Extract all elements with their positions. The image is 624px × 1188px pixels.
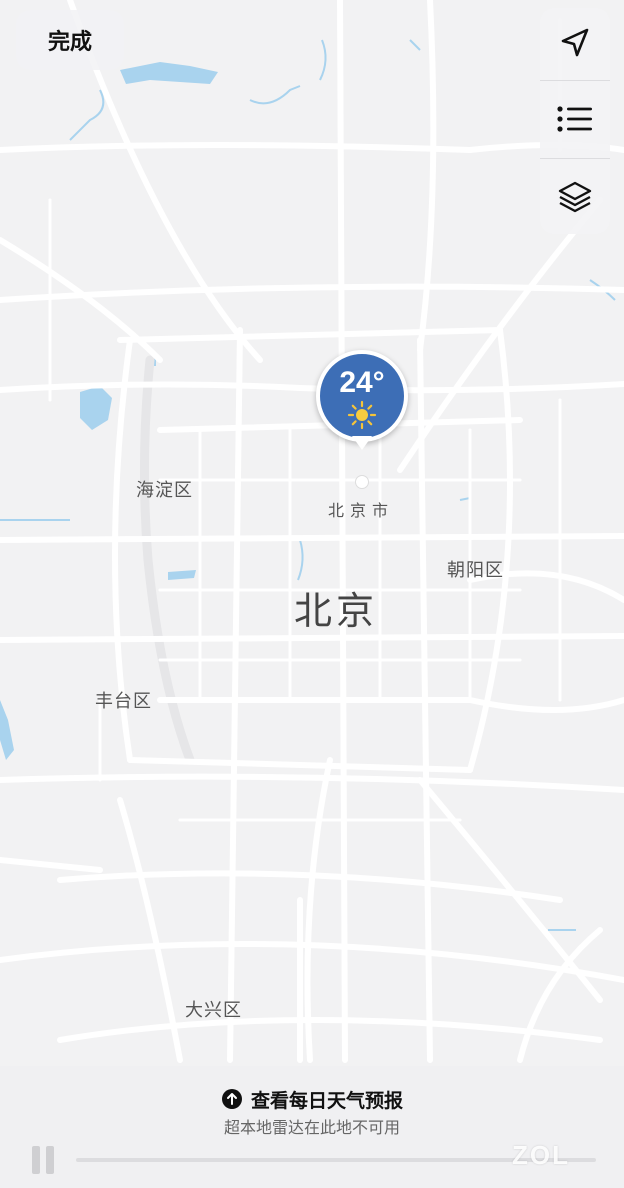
district-label-fengtai: 丰台区 — [95, 691, 152, 712]
weather-pin[interactable]: 24° — [316, 350, 408, 442]
layers-icon — [558, 181, 592, 213]
control-divider — [540, 158, 610, 159]
city-marker-label: 北京市 — [328, 501, 395, 520]
map-controls — [540, 8, 610, 234]
sun-icon — [347, 400, 377, 430]
location-arrow-icon — [561, 28, 589, 57]
temperature-label: 24° — [339, 366, 385, 399]
pause-button[interactable] — [32, 1146, 56, 1174]
pause-bar — [46, 1146, 54, 1174]
city-marker-dot[interactable] — [355, 475, 369, 489]
district-label-haidian: 海淀区 — [136, 480, 193, 501]
pause-bar — [32, 1146, 40, 1174]
locate-button[interactable] — [540, 8, 610, 78]
forecast-label: 查看每日天气预报 — [250, 1090, 403, 1112]
district-label-daxing: 大兴区 — [185, 1000, 242, 1021]
weather-pin-tail — [352, 436, 372, 450]
list-icon — [557, 106, 592, 132]
layers-button[interactable] — [540, 162, 610, 232]
watermark-logo: ZOL — [512, 1140, 570, 1170]
arrow-up-circle-icon — [221, 1089, 242, 1109]
done-button[interactable]: 完成 — [16, 10, 124, 70]
district-label-chaoyang: 朝阳区 — [447, 560, 504, 581]
daily-forecast-link[interactable]: 查看每日天气预报 — [0, 1086, 624, 1113]
city-label: 北京 — [294, 589, 379, 633]
radar-note: 超本地雷达在此地不可用 — [223, 1118, 400, 1137]
control-divider — [540, 80, 610, 81]
list-button[interactable] — [540, 84, 610, 154]
